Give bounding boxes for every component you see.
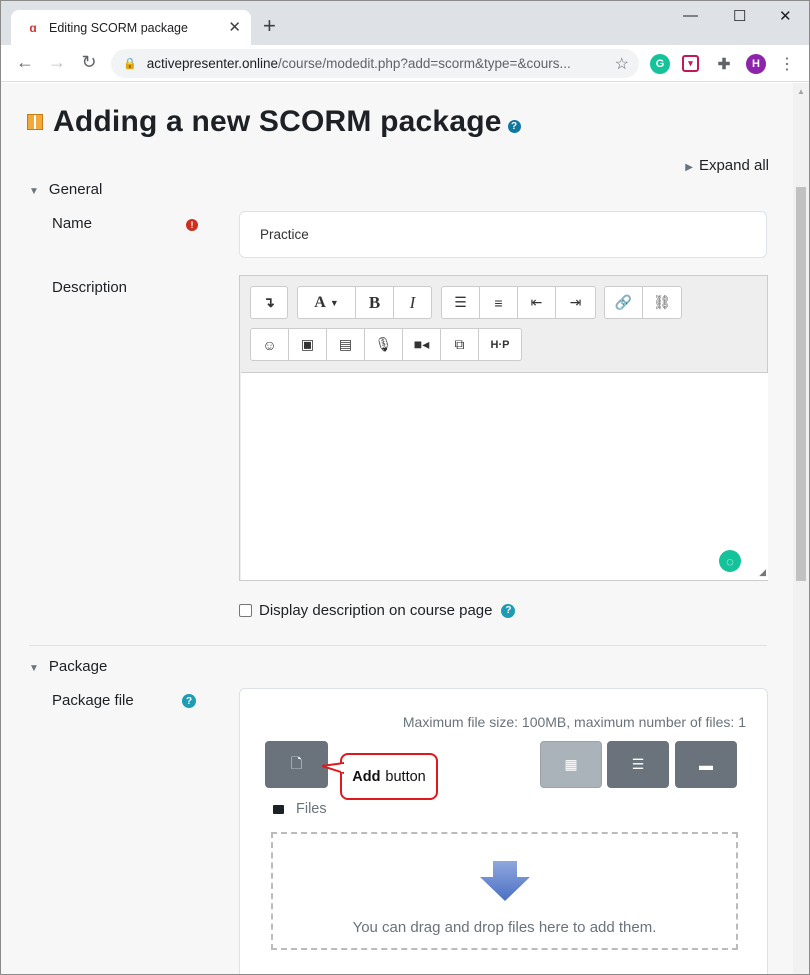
url-path: /course/modedit.php?add=scorm&type=&cour… (278, 56, 571, 71)
emoji-icon[interactable]: ☺ (251, 329, 289, 360)
resize-handle-icon[interactable]: ◢ (759, 567, 766, 578)
tab-close-icon[interactable]: ✕ (228, 18, 241, 36)
callout-bold-text: Add (352, 768, 381, 785)
section-general-label: General (48, 181, 103, 198)
view-list-button[interactable]: ☰ (607, 741, 669, 788)
url-host: activepresenter.online (146, 56, 279, 71)
list-icon: ☰ (631, 756, 645, 772)
toolbar-group-2: A ▼ B I (297, 286, 432, 319)
description-label: Description (52, 279, 128, 296)
folder-icon (273, 804, 284, 814)
package-file-label: Package file (52, 692, 134, 709)
outdent-icon[interactable]: ⇤ (518, 287, 556, 318)
section-package-label: Package (48, 658, 108, 675)
browser-toolbar: ← → ↻ 🔒 activepresenter.online/course/mo… (1, 45, 809, 82)
section-divider (29, 645, 767, 646)
reload-icon[interactable]: ↻ (78, 52, 100, 73)
italic-icon[interactable]: I (394, 287, 431, 318)
page-content: Adding a new SCORM package ? ▶ Expand all… (1, 83, 793, 974)
description-editor: ↴ A ▼ B I ☰ ≡ ⇤ ⇥ 🔗 ⛓ ☺ ▣ ▤ 🎙 ■◂ ⧉ H·P ◌… (239, 275, 768, 581)
callout-text: button (385, 768, 426, 785)
browser-window: ɑ Editing SCORM package ✕ + — ☐ ✕ ← → ↻ … (0, 0, 810, 975)
record-audio-icon[interactable]: 🎙 (365, 329, 403, 360)
toolbar-group-5: ☺ ▣ ▤ 🎙 ■◂ ⧉ H·P (250, 328, 522, 361)
image-icon[interactable]: ▣ (289, 329, 327, 360)
window-close-button[interactable]: ✕ (779, 7, 792, 25)
add-file-button[interactable]: 🗋 (265, 741, 328, 788)
caret-down-icon: ▼ (29, 663, 39, 674)
lock-icon: 🔒 (123, 58, 137, 70)
down-arrow-icon (479, 861, 530, 901)
tab-title: Editing SCORM package (49, 20, 188, 35)
menu-kebab-icon[interactable]: ⋮ (779, 54, 795, 74)
folder-icon: ▬ (699, 756, 713, 773)
bold-icon[interactable]: B (356, 287, 394, 318)
moodle-favicon-icon: ɑ (29, 20, 37, 35)
numbered-list-icon[interactable]: ≡ (480, 287, 518, 318)
tab-strip: ɑ Editing SCORM package ✕ + — ☐ ✕ (1, 1, 809, 45)
description-textarea[interactable]: ◌ ◢ (241, 372, 768, 580)
toolbar-group-3: ☰ ≡ ⇤ ⇥ (441, 286, 596, 319)
toolbar-group-1: ↴ (250, 286, 288, 319)
display-description-checkbox[interactable]: Display description on course page ? (239, 602, 516, 619)
puzzle-extensions-icon[interactable]: ✚ (714, 54, 734, 74)
forward-arrow-icon[interactable]: → (46, 52, 68, 73)
expand-all-label: Expand all (698, 157, 769, 174)
files-path[interactable]: Files (273, 801, 327, 817)
help-icon[interactable]: ? (501, 603, 516, 618)
page-heading: Adding a new SCORM package ? (27, 105, 521, 139)
unlink-icon[interactable]: ⛓ (643, 287, 681, 318)
checkbox-box[interactable] (239, 604, 252, 617)
manage-files-icon[interactable]: ⧉ (441, 329, 479, 360)
name-label: Name (52, 215, 93, 232)
toolbar-group-4: 🔗 ⛓ (604, 286, 682, 319)
maximize-button[interactable]: ☐ (733, 7, 746, 25)
new-tab-button[interactable]: + (263, 15, 276, 37)
expand-all-link[interactable]: ▶ Expand all (685, 157, 769, 174)
link-icon[interactable]: 🔗 (605, 287, 643, 318)
scrollbar-thumb[interactable] (796, 187, 806, 581)
view-tree-button[interactable]: ▬ (675, 741, 737, 788)
file-picker-panel: Maximum file size: 100MB, maximum number… (239, 688, 768, 974)
media-icon[interactable]: ▤ (327, 329, 365, 360)
bullet-list-icon[interactable]: ☰ (442, 287, 480, 318)
shield-extension-icon[interactable]: ▾ (682, 55, 699, 72)
grammarly-extension-icon[interactable]: G (650, 54, 670, 74)
scorm-package-icon (27, 114, 43, 130)
back-arrow-icon[interactable]: ← (14, 52, 36, 73)
file-drop-zone[interactable]: You can drag and drop files here to add … (271, 832, 738, 950)
show-more-buttons-icon[interactable]: ↴ (251, 287, 287, 318)
grammarly-icon[interactable]: ◌ (719, 550, 741, 572)
grid-icon: ▦ (564, 756, 578, 772)
h5p-icon[interactable]: H·P (479, 329, 521, 360)
files-label: Files (296, 801, 327, 817)
page-scrollbar[interactable]: ▲ (793, 83, 809, 974)
record-video-icon[interactable]: ■◂ (403, 329, 441, 360)
indent-icon[interactable]: ⇥ (556, 287, 595, 318)
callout-pointer (322, 761, 344, 775)
add-button-callout: Add button (322, 753, 438, 800)
font-color-icon[interactable]: A ▼ (298, 287, 356, 318)
minimize-button[interactable]: — (683, 7, 698, 24)
scroll-up-icon[interactable]: ▲ (797, 87, 805, 96)
section-general-toggle[interactable]: ▼ General (29, 181, 102, 198)
profile-avatar[interactable]: H (746, 54, 766, 74)
name-input[interactable]: Practice (239, 211, 767, 258)
display-description-label: Display description on course page (259, 602, 493, 619)
address-bar[interactable]: 🔒 activepresenter.online/course/modedit.… (111, 49, 639, 78)
file-icon: 🗋 (290, 754, 303, 771)
drop-text: You can drag and drop files here to add … (352, 919, 657, 936)
bookmark-star-icon[interactable]: ☆ (615, 54, 629, 74)
caret-down-icon: ▼ (29, 186, 39, 197)
help-icon[interactable]: ? (182, 694, 196, 708)
help-icon[interactable]: ? (507, 119, 521, 133)
max-file-info: Maximum file size: 100MB, maximum number… (402, 714, 746, 730)
required-icon: ! (186, 219, 198, 231)
page-title: Adding a new SCORM package (53, 105, 502, 138)
caret-right-icon: ▶ (685, 162, 693, 173)
section-package-toggle[interactable]: ▼ Package (29, 658, 107, 675)
browser-tab[interactable]: ɑ Editing SCORM package ✕ (11, 10, 251, 45)
view-icons-button[interactable]: ▦ (540, 741, 602, 788)
